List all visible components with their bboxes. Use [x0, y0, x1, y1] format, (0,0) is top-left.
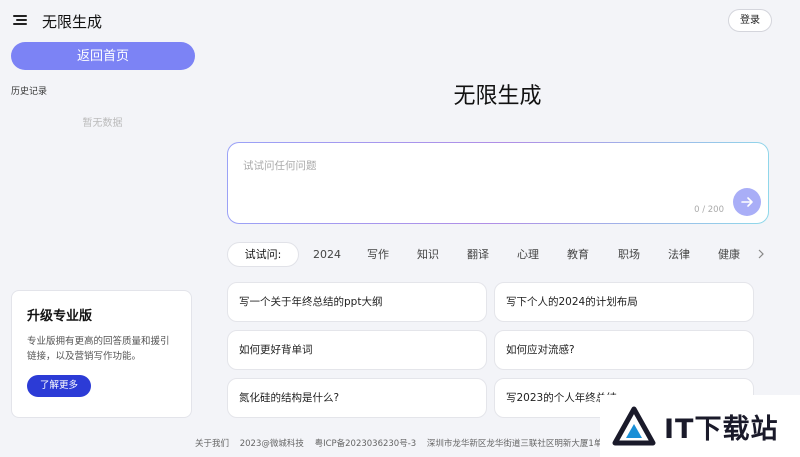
tab-knowledge[interactable]: 知识 — [417, 242, 439, 267]
menu-icon[interactable] — [13, 13, 27, 27]
footer-icp[interactable]: 粤ICP备2023036230号-3 — [315, 439, 417, 449]
suggestion-card[interactable]: 写一个关于年终总结的ppt大纲 — [227, 282, 487, 322]
char-counter: 0 / 200 — [694, 205, 724, 215]
triangle-logo-icon — [612, 406, 656, 446]
tab-law[interactable]: 法律 — [668, 242, 690, 267]
arrow-right-icon — [741, 197, 753, 207]
suggestion-card[interactable]: 写下个人的2024的计划布局 — [494, 282, 754, 322]
tab-health[interactable]: 健康 — [718, 242, 740, 267]
chevron-right-icon[interactable] — [755, 248, 767, 260]
footer-copyright: 2023@微城科技 — [239, 439, 304, 449]
question-input-box: 0 / 200 — [227, 142, 769, 224]
question-input[interactable] — [243, 158, 703, 198]
sidebar: 无限生成 返回首页 历史记录 暂无数据 升级专业版 专业版拥有更高的回答质量和援… — [0, 0, 205, 457]
tab-psychology[interactable]: 心理 — [517, 242, 539, 267]
footer-about-link[interactable]: 关于我们 — [195, 439, 229, 449]
tab-translation[interactable]: 翻译 — [467, 242, 489, 267]
tab-try-asking: 试试问: — [227, 242, 299, 267]
category-tabs: 试试问: 2024 写作 知识 翻译 心理 教育 职场 法律 健康 — [227, 242, 772, 267]
pro-card-title: 升级专业版 — [27, 309, 93, 324]
history-empty-text: 暂无数据 — [82, 118, 123, 129]
suggestion-card[interactable]: 如何应对流感? — [494, 330, 754, 370]
home-button[interactable]: 返回首页 — [11, 42, 195, 70]
learn-more-button[interactable]: 了解更多 — [27, 375, 91, 397]
tab-2024[interactable]: 2024 — [313, 242, 341, 267]
footer-address: 深圳市龙华新区龙华街道三联社区明新大厦1单元514 — [426, 439, 628, 449]
footer: 关于我们 2023@微城科技 粤ICP备2023036230号-3 深圳市龙华新… — [195, 437, 635, 449]
history-label: 历史记录 — [11, 87, 48, 97]
suggestion-card[interactable]: 如何更好背单词 — [227, 330, 487, 370]
tab-education[interactable]: 教育 — [567, 242, 589, 267]
page-title: 无限生成 — [453, 84, 542, 109]
send-button[interactable] — [733, 188, 761, 216]
pro-card-description: 专业版拥有更高的回答质量和援引链接，以及营销写作功能。 — [27, 336, 170, 362]
suggestion-card[interactable]: 氮化硅的结构是什么? — [227, 378, 487, 418]
upgrade-pro-card: 升级专业版 专业版拥有更高的回答质量和援引链接，以及营销写作功能。 了解更多 — [11, 290, 192, 418]
watermark: IT下载站 — [600, 395, 800, 457]
tab-workplace[interactable]: 职场 — [618, 242, 640, 267]
tab-writing[interactable]: 写作 — [367, 242, 389, 267]
login-button[interactable]: 登录 — [728, 9, 772, 32]
watermark-text: IT下载站 — [664, 413, 779, 445]
app-title: 无限生成 — [42, 13, 103, 31]
